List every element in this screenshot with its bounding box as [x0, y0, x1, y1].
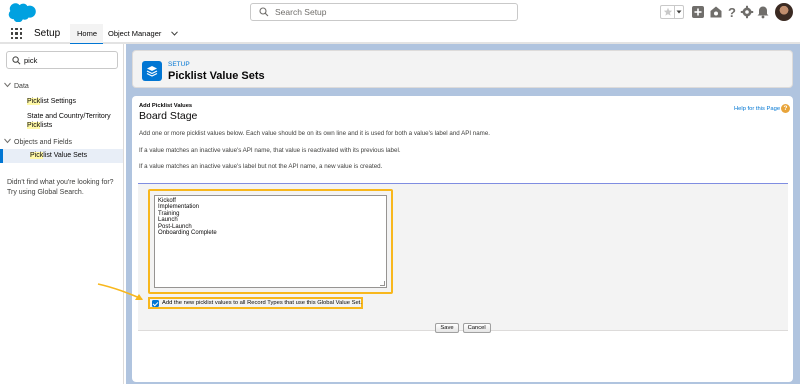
picklist-icon: [142, 61, 162, 81]
divider: [674, 6, 675, 18]
highlight-frame: Kickoff Implementation Training Launch P…: [148, 189, 393, 294]
search-highlight: Pick: [27, 122, 41, 129]
main-content: SETUP Picklist Value Sets Add Picklist V…: [126, 44, 800, 384]
tab-home[interactable]: Home: [70, 24, 103, 45]
resize-handle[interactable]: [380, 281, 385, 286]
panel-subtitle: Add Picklist Values: [139, 103, 193, 109]
header-eyebrow: SETUP: [168, 61, 190, 68]
highlight-frame: Add the new picklist values to all Recor…: [148, 297, 363, 309]
tab-object-manager-label: Object Manager: [108, 29, 162, 38]
tree-section-objects-and-fields[interactable]: Objects and Fields: [4, 138, 72, 146]
cancel-button[interactable]: Cancel: [462, 323, 491, 333]
search-highlight: Pick: [27, 98, 41, 105]
checkbox-label: Add the new picklist values to all Recor…: [162, 300, 362, 306]
global-header: Search Setup ?: [0, 0, 800, 24]
help-icon[interactable]: ?: [781, 104, 790, 113]
trailhead-icon[interactable]: [709, 5, 723, 19]
sidebar-item-label: lists: [40, 122, 53, 129]
panel-title: Board Stage: [139, 110, 198, 122]
sidebar-item-label: State and Country/Territory: [27, 113, 111, 120]
annotation-arrow: [97, 283, 143, 300]
app-name: Setup: [34, 28, 61, 39]
add-icon[interactable]: [691, 5, 705, 19]
add-picklist-values-panel: Add Picklist Values Board Stage Help for…: [132, 96, 793, 382]
avatar[interactable]: [775, 3, 793, 21]
sidebar-item-picklist-value-sets[interactable]: Picklist Value Sets: [0, 149, 123, 163]
chevron-down-icon[interactable]: [171, 31, 179, 36]
global-search-input[interactable]: Search Setup: [250, 3, 518, 21]
svg-text:?: ?: [728, 5, 736, 19]
instruction-text: If a value matches an inactive value's A…: [139, 147, 401, 154]
quick-find-input[interactable]: pick: [6, 51, 118, 69]
chevron-down-icon[interactable]: [676, 9, 682, 15]
help-icon[interactable]: ?: [725, 5, 739, 19]
tab-object-manager[interactable]: Object Manager: [106, 24, 179, 44]
help-for-page-link[interactable]: Help for this Page: [734, 106, 780, 112]
sidebar-item-label: list Value Sets: [43, 152, 88, 159]
quick-find-value: pick: [24, 56, 38, 65]
search-placeholder: Search Setup: [275, 7, 327, 17]
app-launcher-icon[interactable]: [11, 28, 22, 39]
bell-icon[interactable]: [756, 5, 770, 19]
tree-section-label: Data: [14, 83, 29, 90]
chevron-down-icon: [4, 82, 11, 88]
picklist-values-textarea[interactable]: Kickoff Implementation Training Launch P…: [154, 195, 387, 288]
instruction-text: Add one or more picklist values below. E…: [139, 130, 490, 137]
search-icon: [12, 56, 21, 65]
sidebar-item-state-country-picklists[interactable]: State and Country/Territory Picklists: [27, 112, 111, 130]
sidebar-item-label: list Settings: [40, 98, 77, 105]
star-icon: [663, 7, 673, 16]
global-search-hint: Didn't find what you're looking for? Try…: [7, 179, 114, 196]
app-navigation: Setup Home Object Manager: [0, 24, 800, 45]
search-highlight: Pick: [30, 152, 44, 159]
setup-sidebar: pick Data Picklist Settings State and Co…: [0, 44, 124, 384]
gear-icon[interactable]: [740, 5, 754, 19]
values-section: Kickoff Implementation Training Launch P…: [138, 184, 788, 334]
button-row: Save Cancel: [138, 316, 788, 334]
save-button[interactable]: Save: [435, 323, 459, 333]
sidebar-item-picklist-settings[interactable]: Picklist Settings: [27, 97, 76, 106]
add-to-record-types-checkbox[interactable]: [152, 300, 159, 307]
page-header: SETUP Picklist Value Sets: [132, 50, 793, 88]
layers-icon: [146, 66, 158, 77]
tab-home-label: Home: [77, 29, 98, 38]
salesforce-logo[interactable]: [8, 3, 36, 22]
picklist-value-line: Onboarding Complete: [158, 230, 217, 237]
chevron-down-icon: [4, 138, 11, 144]
page-title: Picklist Value Sets: [168, 70, 265, 82]
tree-section-data[interactable]: Data: [4, 82, 29, 90]
tree-section-label: Objects and Fields: [14, 139, 72, 146]
search-icon: [259, 7, 269, 17]
favorites-button[interactable]: [660, 5, 684, 19]
instruction-text: If a value matches an inactive value's l…: [139, 163, 383, 170]
